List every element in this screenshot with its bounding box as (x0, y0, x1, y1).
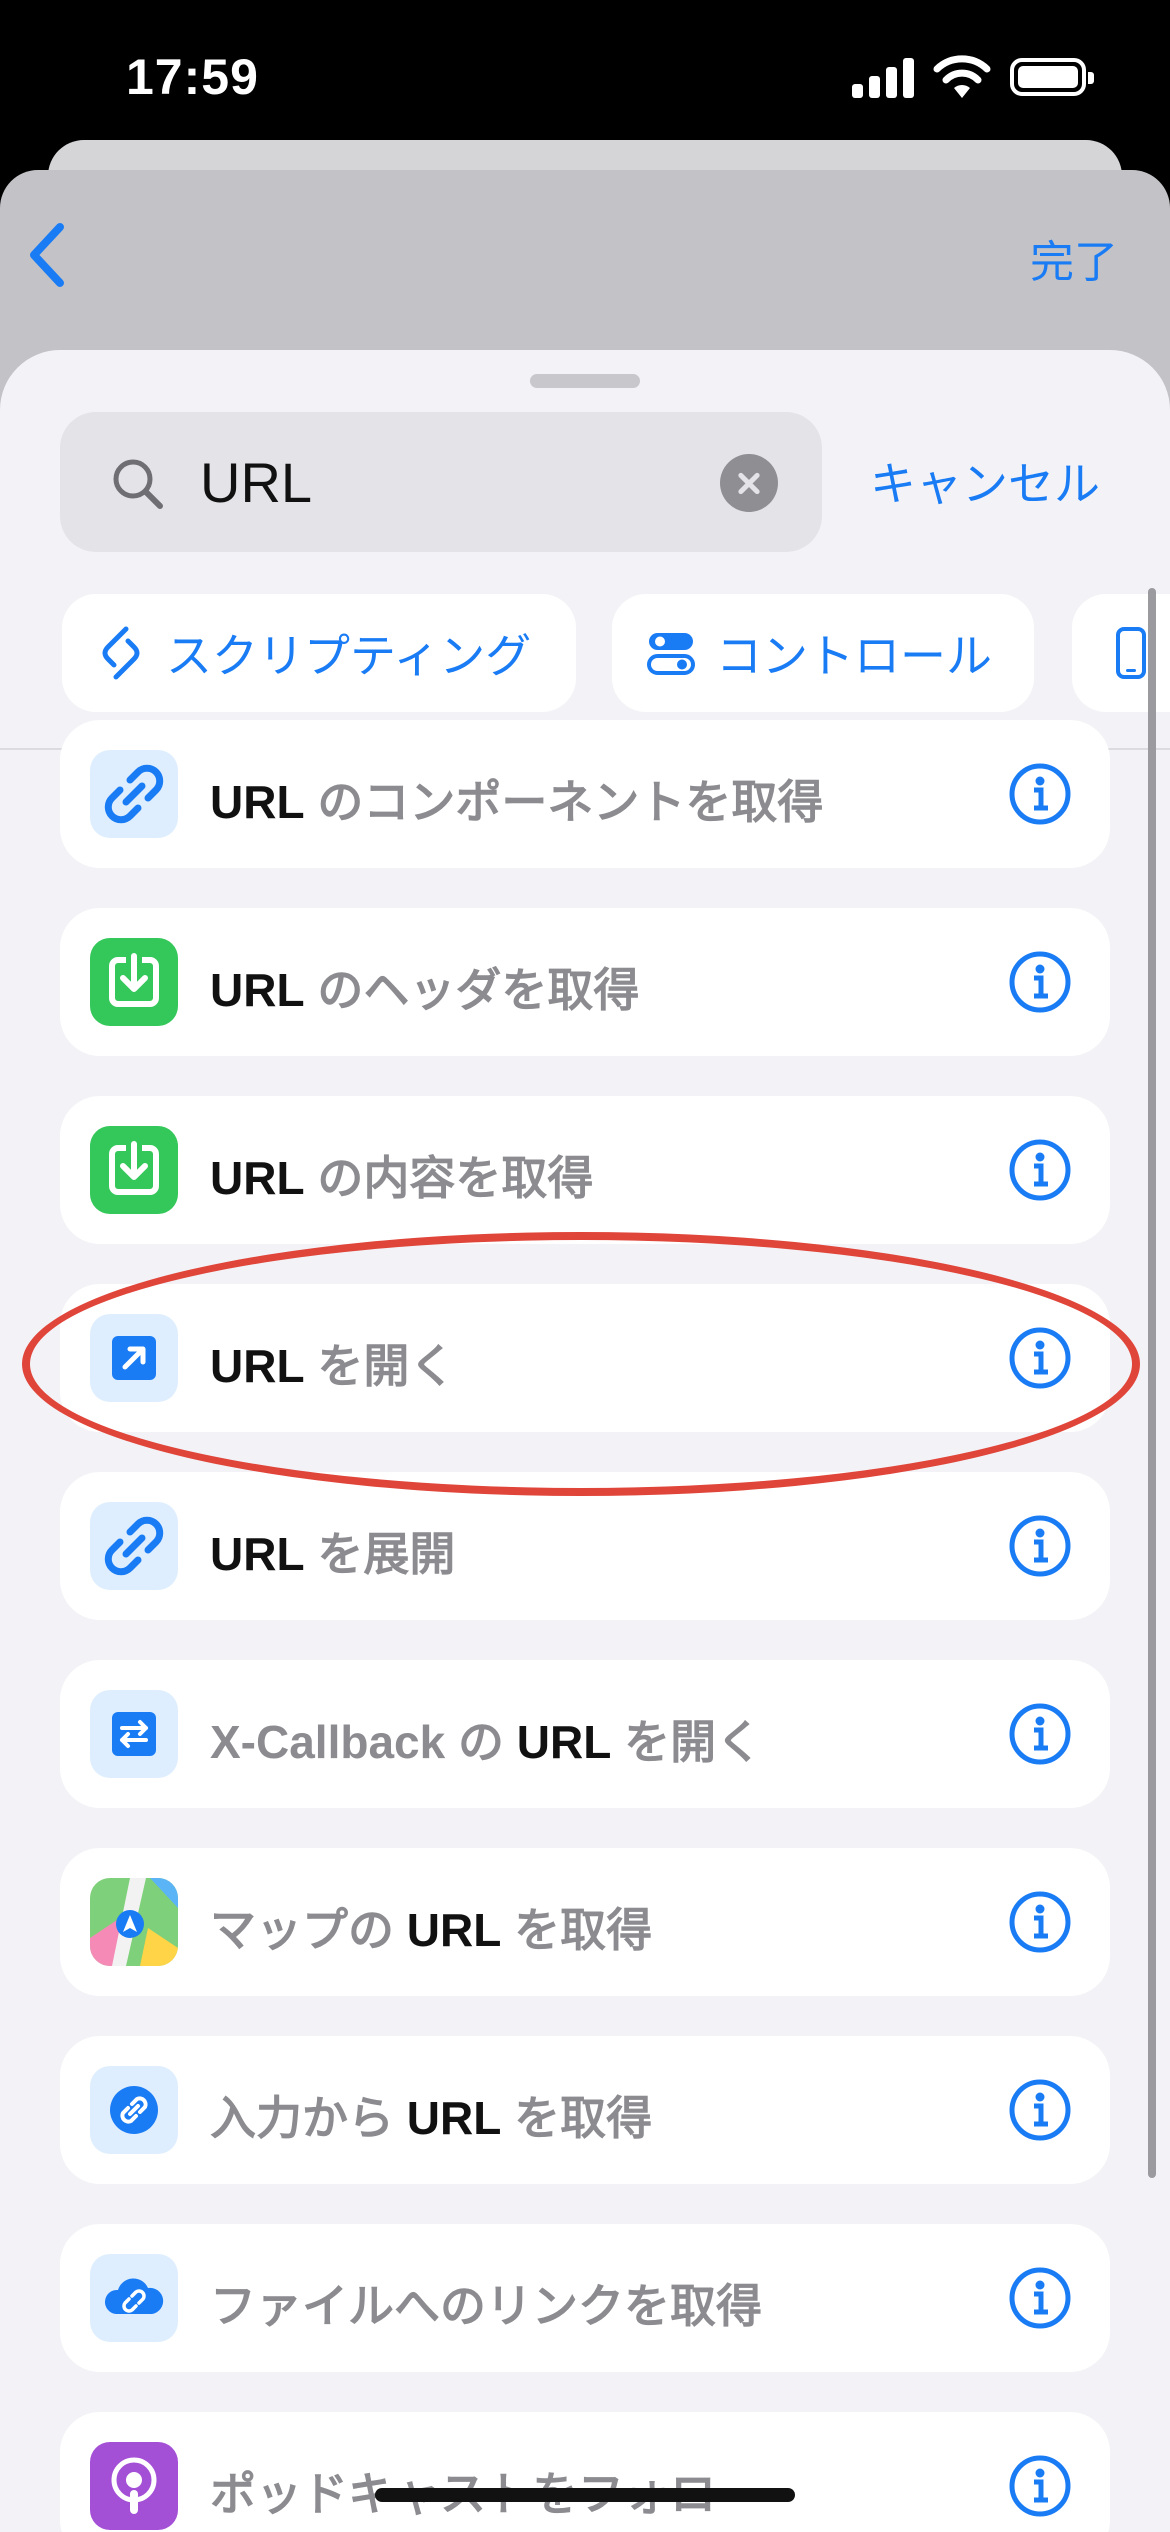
action-label: URL を展開 (210, 1528, 456, 1580)
cellular-signal-icon (852, 58, 916, 98)
list-item[interactable]: URL のヘッダを取得 (60, 908, 1110, 1056)
search-query[interactable]: URL (200, 450, 312, 515)
toggle-icon (647, 633, 695, 675)
action-label: URL のコンポーネントを取得 (210, 776, 824, 828)
maps-icon (90, 1878, 178, 1966)
clear-search-icon[interactable] (720, 454, 778, 512)
info-icon[interactable] (1008, 2454, 1072, 2518)
battery-icon (1010, 58, 1094, 96)
podcast-icon (90, 2442, 178, 2530)
download-icon (90, 938, 178, 1026)
sheet-grabber[interactable] (530, 374, 640, 388)
action-label: ファイルへのリンクを取得 (210, 2280, 762, 2332)
cancel-button[interactable]: キャンセル (870, 448, 1100, 514)
info-icon[interactable] (1008, 762, 1072, 826)
info-icon[interactable] (1008, 1514, 1072, 1578)
search-icon (113, 459, 163, 509)
info-icon[interactable] (1008, 2266, 1072, 2330)
chip-label: スクリプティング (166, 630, 532, 682)
swap-arrows-icon (90, 1690, 178, 1778)
back-chevron-icon[interactable] (18, 215, 78, 295)
info-icon[interactable] (1008, 1138, 1072, 1202)
wifi-icon (933, 55, 991, 98)
clock: 17:59 (126, 49, 259, 105)
list-item[interactable]: X-Callback の URL を開く (60, 1660, 1110, 1808)
info-icon[interactable] (1008, 2078, 1072, 2142)
done-button[interactable]: 完了 (1030, 226, 1118, 290)
list-item[interactable]: ファイルへのリンクを取得 (60, 2224, 1110, 2372)
scripting-icon (102, 626, 140, 680)
action-label: 入力から URL を取得 (210, 2092, 653, 2144)
scrollbar[interactable] (1148, 588, 1156, 2178)
category-chip-scripting[interactable]: スクリプティング (62, 594, 576, 712)
action-label: マップの URL を取得 (210, 1904, 653, 1956)
info-icon[interactable] (1008, 950, 1072, 1014)
info-icon[interactable] (1008, 1702, 1072, 1766)
info-icon[interactable] (1008, 1890, 1072, 1954)
search-field[interactable]: URL (60, 412, 822, 552)
action-label: X-Callback の URL を開く (210, 1716, 763, 1768)
list-item[interactable]: 入力から URL を取得 (60, 2036, 1110, 2184)
download-icon (90, 1126, 178, 1214)
list-item[interactable]: ポッドキャストをフォロー (60, 2412, 1110, 2532)
cloud-link-icon (90, 2254, 178, 2342)
link-icon (90, 1502, 178, 1590)
status-bar: 17:59 (0, 0, 1170, 150)
home-indicator[interactable] (375, 2488, 795, 2502)
annotation-highlight-ellipse (22, 1232, 1140, 1496)
action-label: URL のヘッダを取得 (210, 964, 640, 1016)
chip-label: コントロール (716, 630, 992, 682)
list-item[interactable]: URL の内容を取得 (60, 1096, 1110, 1244)
action-label: URL の内容を取得 (210, 1152, 594, 1204)
list-item[interactable]: マップの URL を取得 (60, 1848, 1110, 1996)
category-chip-control[interactable]: コントロール (612, 594, 1034, 712)
link-icon (90, 750, 178, 838)
list-item[interactable]: URL のコンポーネントを取得 (60, 720, 1110, 868)
link-circle-icon (90, 2066, 178, 2154)
